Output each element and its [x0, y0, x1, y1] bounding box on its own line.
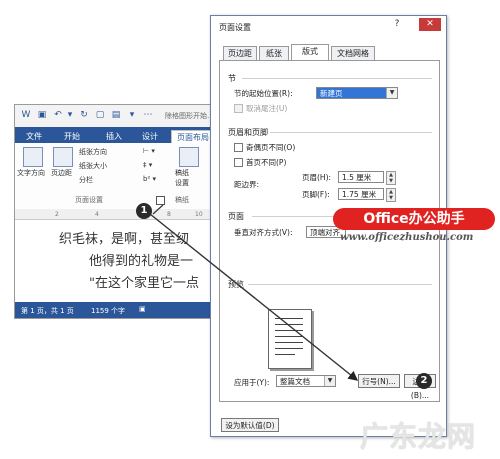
arrow-line [149, 213, 359, 381]
watermark-badge: Office办公助手 [333, 208, 495, 230]
arrow-line [152, 204, 164, 215]
watermark-logo: 广东龙网 [360, 420, 477, 453]
watermark-url: www.officezhushou.com [340, 232, 474, 243]
callout-2: 2 [416, 373, 432, 389]
callout-1: 1 [136, 203, 152, 219]
